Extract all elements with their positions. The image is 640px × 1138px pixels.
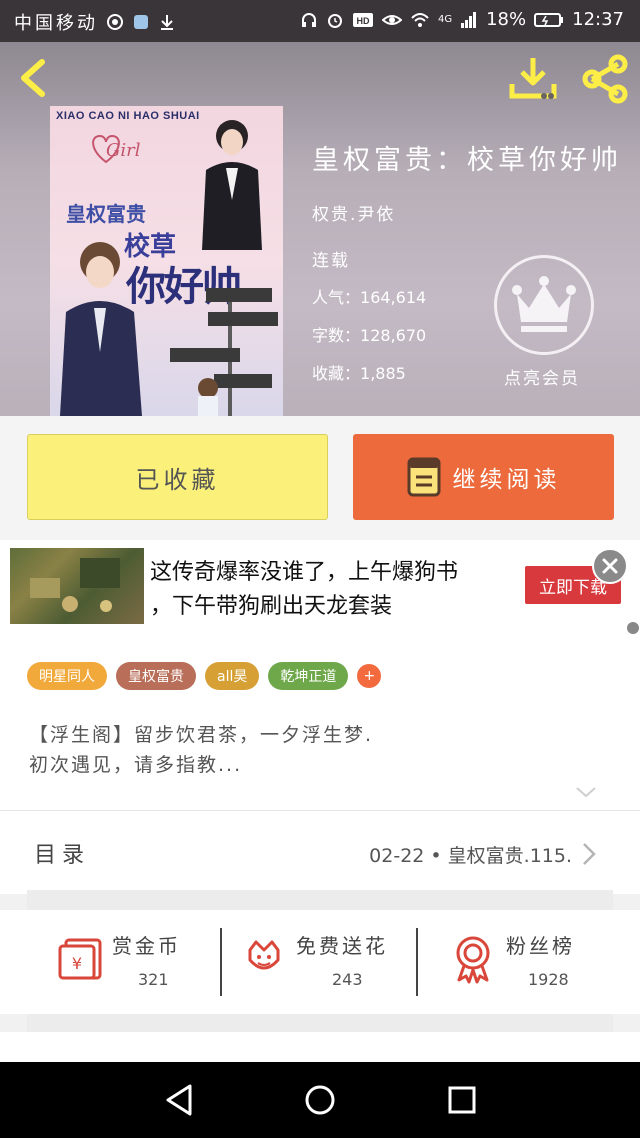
- favorites-stat: 收藏：1,885: [312, 360, 406, 384]
- add-tag-button[interactable]: +: [357, 664, 382, 688]
- send-flower-label: 免费送花: [296, 934, 388, 958]
- tag-item[interactable]: 明星同人: [27, 662, 107, 690]
- word-count-stat: 字数：128,670: [312, 322, 426, 346]
- chevron-down-icon[interactable]: [574, 784, 598, 800]
- book-cover[interactable]: XIAO CAO NI HAO SHUAI Girl 皇权富贵 校草 你好帅: [50, 106, 283, 416]
- send-flower-value: 243: [332, 970, 363, 989]
- cover-figure-top: [202, 120, 262, 250]
- book-info: 明星同人 皇权富贵 all昊 乾坤正道 + 【浮生阁】留步饮君茶，一夕浮生梦. …: [0, 634, 640, 824]
- favorites-value: 1,885: [360, 364, 406, 383]
- vip-button[interactable]: [494, 255, 594, 355]
- battery-icon: [534, 12, 564, 27]
- reward-coins-label: 赏金币: [112, 934, 181, 958]
- action-bar: 已收藏 继续阅读: [0, 416, 640, 540]
- intro-line1: 【浮生阁】留步饮君茶，一夕浮生梦.: [29, 724, 374, 746]
- tag-item[interactable]: 皇权富贵: [116, 662, 196, 690]
- collected-button[interactable]: 已收藏: [27, 434, 328, 520]
- interaction-stats: ¥ 赏金币 321 免费送花 243 粉丝榜 1928: [0, 910, 640, 1014]
- fan-ranking-value: 1928: [528, 970, 569, 989]
- hd-icon: HD: [352, 12, 373, 27]
- catalog-label: 目录: [34, 843, 91, 868]
- popularity-label: 人气：: [312, 288, 361, 307]
- book-author[interactable]: 权贵.尹依: [312, 200, 395, 225]
- carrier-label: 中国移动: [14, 13, 98, 34]
- flower-icon: [248, 940, 280, 970]
- nav-home-button[interactable]: [304, 1084, 336, 1116]
- vip-label: 点亮会员: [504, 369, 580, 389]
- latest-chapter: 02-22 • 皇权富贵.115.: [369, 845, 572, 867]
- battery-percent-label: 18%: [486, 9, 527, 30]
- headphones-icon: [301, 12, 316, 27]
- continue-reading-button[interactable]: 继续阅读: [353, 434, 614, 520]
- image-notification-icon: [134, 15, 148, 29]
- ad-headline-line1: 这传奇爆率没谁了，上午爆狗书: [150, 560, 459, 585]
- ad-banner[interactable]: 这传奇爆率没谁了，上午爆狗书 ，下午带狗刷出天龙套装 立即下载: [0, 540, 640, 634]
- book-status: 连载: [312, 251, 350, 271]
- tag-item[interactable]: 乾坤正道: [268, 662, 349, 690]
- stat-divider: [416, 928, 418, 996]
- book-icon: [407, 457, 440, 497]
- svg-text:¥: ¥: [72, 954, 82, 973]
- stat-divider: [220, 928, 222, 996]
- game-scene-icon: [30, 558, 120, 612]
- signpost-icon: [170, 288, 278, 416]
- network-type-label: 4G: [437, 14, 453, 25]
- crown-icon: [512, 276, 576, 332]
- app-notification-icon: [107, 14, 123, 30]
- share-button[interactable]: [580, 54, 630, 104]
- popularity-stat: 人气：164,614: [312, 284, 426, 308]
- download-button[interactable]: [508, 54, 558, 104]
- book-title: 皇权富贵：校草你好帅: [312, 145, 622, 176]
- ad-headline-line2: ，下午带狗刷出天龙套装: [150, 594, 393, 619]
- next-section: [0, 1032, 640, 1062]
- eye-icon: [381, 14, 402, 25]
- send-flower-item[interactable]: 免费送花 243: [240, 910, 410, 1014]
- intro-line2: 初次遇见，请多指教...: [29, 754, 243, 776]
- svg-text:HD: HD: [356, 16, 369, 26]
- clock-label: 12:37: [572, 9, 624, 30]
- cover-girl-text: Girl: [106, 140, 141, 161]
- ad-info-icon[interactable]: [627, 622, 639, 634]
- alarm-icon: [327, 13, 342, 28]
- status-bar: 中国移动 HD 4G 18% 12:37: [0, 0, 640, 42]
- reward-coins-item[interactable]: ¥ 赏金币 321: [52, 910, 212, 1014]
- cover-subtitle: XIAO CAO NI HAO SHUAI: [56, 110, 200, 122]
- red-envelope-icon: ¥: [58, 938, 102, 980]
- download-notification-icon: [161, 15, 173, 30]
- fan-ranking-label: 粉丝榜: [506, 934, 575, 958]
- catalog-row[interactable]: 目录 02-22 • 皇权富贵.115.: [0, 810, 640, 894]
- reward-coins-value: 321: [138, 970, 169, 989]
- collected-label: 已收藏: [135, 465, 220, 494]
- cover-title-line1: 皇权富贵: [66, 202, 146, 226]
- continue-reading-label: 继续阅读: [452, 467, 561, 493]
- back-button[interactable]: [14, 56, 54, 100]
- cover-figure-left: [60, 242, 142, 416]
- section-divider: [27, 1014, 613, 1032]
- ad-thumbnail: [10, 548, 144, 624]
- word-count-value: 128,670: [360, 326, 427, 345]
- fan-ranking-item[interactable]: 粉丝榜 1928: [450, 910, 610, 1014]
- word-count-label: 字数：: [312, 326, 361, 345]
- medal-icon: [456, 936, 490, 984]
- ad-close-button[interactable]: [592, 548, 628, 584]
- system-nav-bar: [0, 1062, 640, 1138]
- book-header: XIAO CAO NI HAO SHUAI Girl 皇权富贵 校草 你好帅 皇…: [0, 42, 640, 416]
- section-divider: [27, 890, 613, 910]
- close-icon: [602, 558, 618, 574]
- signal-icon: [461, 11, 477, 28]
- tag-list: 明星同人 皇权富贵 all昊 乾坤正道 +: [27, 662, 382, 690]
- favorites-label: 收藏：: [312, 364, 361, 383]
- chevron-right-icon: [583, 843, 596, 865]
- nav-recent-apps-button[interactable]: [448, 1086, 476, 1114]
- tag-item[interactable]: all昊: [205, 662, 260, 690]
- nav-back-button[interactable]: [162, 1082, 196, 1118]
- wifi-icon: [411, 12, 429, 27]
- popularity-value: 164,614: [360, 288, 427, 307]
